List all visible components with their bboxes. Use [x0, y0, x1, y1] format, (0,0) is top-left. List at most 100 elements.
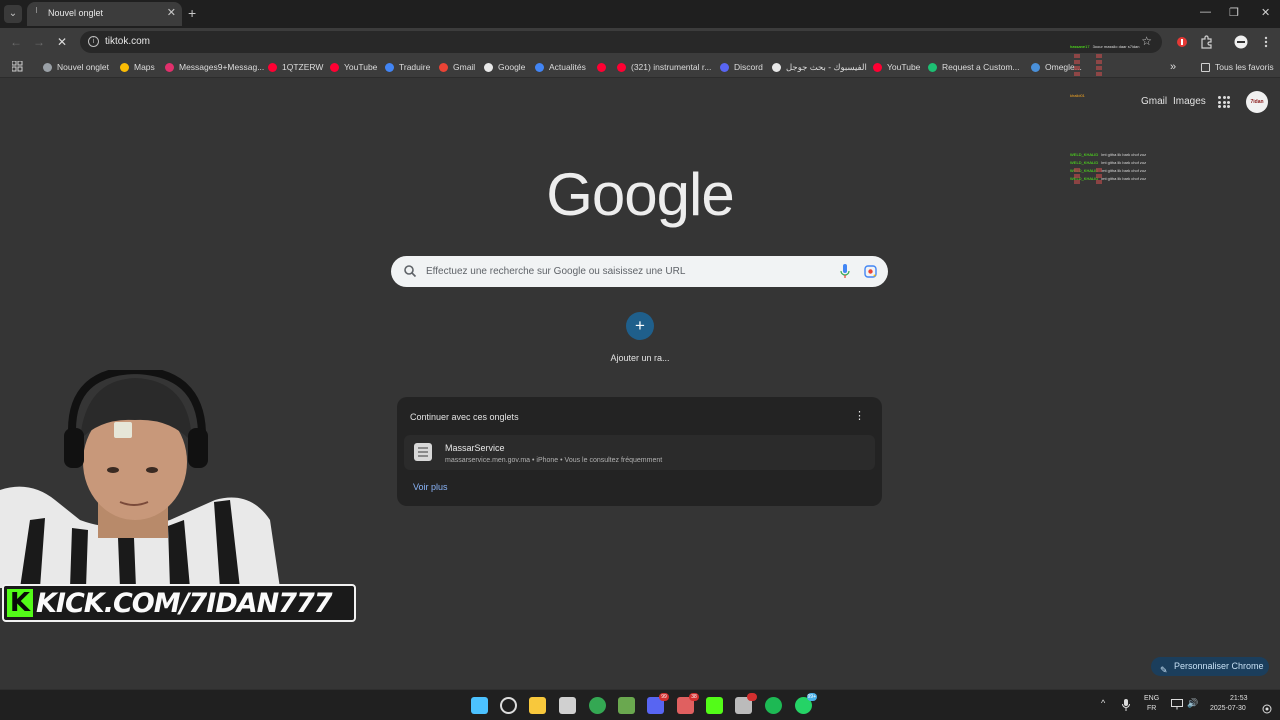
item-title: MassarService: [445, 443, 505, 453]
bookmark-item[interactable]: Traduire: [385, 61, 430, 73]
discord-icon: [720, 62, 729, 72]
start-icon[interactable]: [471, 697, 488, 714]
notification-badge: [747, 693, 757, 701]
see-more-link[interactable]: Voir plus: [413, 482, 448, 492]
back-button[interactable]: ←: [10, 35, 22, 49]
search-box[interactable]: Effectuez une recherche sur Google ou sa…: [391, 256, 888, 287]
microphone-tray-icon[interactable]: [1122, 699, 1130, 711]
kick-icon[interactable]: [706, 697, 723, 714]
google-apps-icon[interactable]: [1218, 96, 1230, 108]
bookmark-item[interactable]: (321) instrumental r...: [617, 61, 711, 73]
chat-emote-icon: [1096, 60, 1102, 64]
minimize-button[interactable]: —: [1200, 6, 1211, 18]
bookmark-item[interactable]: YouTube: [873, 61, 920, 73]
restore-button[interactable]: ❐: [1229, 6, 1239, 19]
bookmark-item[interactable]: Discord: [720, 61, 763, 73]
customize-chrome-button[interactable]: ✎ Personnaliser Chrome: [1151, 657, 1269, 676]
clock-time[interactable]: 21:53: [1230, 695, 1248, 702]
chat-emote-icon: [1096, 66, 1102, 70]
bookmark-item[interactable]: Actualités: [535, 61, 586, 73]
windows-taskbar: 99 38 99+ ^ ENG FR 🔊 21:53 2025-07-30: [0, 689, 1280, 720]
bookmarks-overflow-button[interactable]: »: [1170, 61, 1176, 73]
forward-button[interactable]: →: [33, 35, 45, 49]
whatsapp-icon[interactable]: 99+: [795, 693, 817, 714]
bookmark-item[interactable]: Maps: [120, 61, 155, 73]
bookmark-item[interactable]: Nouvel onglet: [43, 61, 109, 73]
chrome-menu-icon[interactable]: [1259, 35, 1273, 49]
tab-close-icon[interactable]: ✕: [167, 6, 176, 19]
all-bookmarks-label: Tous les favoris: [1215, 62, 1274, 72]
tab-search-button[interactable]: ⌄: [4, 5, 22, 23]
tab-strip: ⌄ Nouvel onglet ✕ + — ❐ ✕: [0, 0, 1280, 28]
bookmark-item[interactable]: Messages9+Messag...: [165, 61, 264, 73]
chat-emote-icon: [1074, 54, 1080, 58]
tab-title: Nouvel onglet: [48, 8, 104, 18]
extensions-puzzle-icon[interactable]: [1199, 35, 1213, 49]
bookmark-item[interactable]: Request a Custom...: [928, 61, 1019, 73]
bookmark-item[interactable]: Google: [484, 61, 525, 73]
site-info-icon[interactable]: i: [88, 36, 99, 47]
search-placeholder: Effectuez une recherche sur Google ou sa…: [426, 266, 686, 277]
all-bookmarks-folder[interactable]: Tous les favoris: [1201, 61, 1274, 73]
bookmark-label: Traduire: [399, 62, 431, 72]
search-icon[interactable]: [500, 697, 517, 714]
tray-overflow-icon[interactable]: ^: [1101, 698, 1105, 708]
bookmark-label: Actualités: [549, 62, 586, 72]
file-explorer-icon[interactable]: [529, 697, 546, 714]
bookmark-item[interactable]: 1QTZERW: [268, 61, 323, 73]
chrome-icon[interactable]: [589, 697, 606, 714]
bookmark-label: الفيسبوك - بحث جوجل: [786, 61, 867, 72]
chrome-icon: [43, 62, 52, 72]
address-bar[interactable]: i tiktok.com ☆: [80, 31, 1162, 53]
bookmark-item[interactable]: YouTube: [330, 61, 377, 73]
apps-grid-icon[interactable]: [12, 61, 23, 72]
images-link[interactable]: Images: [1173, 96, 1206, 107]
microphone-icon[interactable]: [840, 264, 850, 279]
kick-channel-banner: K KICK.COM/7IDAN777: [2, 584, 356, 622]
store-icon[interactable]: [559, 697, 576, 714]
clock-date[interactable]: 2025-07-30: [1210, 705, 1246, 712]
bookmark-item[interactable]: [597, 61, 611, 73]
omegle-icon: [1031, 62, 1040, 72]
streaming-app-icon[interactable]: 38: [677, 693, 699, 714]
profile-icon[interactable]: [1234, 35, 1248, 49]
address-text[interactable]: tiktok.com: [105, 36, 150, 47]
minecraft-icon[interactable]: [618, 697, 635, 714]
obs-icon[interactable]: [735, 693, 757, 714]
card-menu-icon[interactable]: ⋮: [854, 410, 865, 422]
chat-text: lmt githa lik bark chof zoz: [1101, 152, 1147, 157]
instagram-icon: [165, 62, 174, 72]
notification-icon[interactable]: [1262, 704, 1272, 714]
bookmark-item[interactable]: الفيسبوك - بحث جوجل: [772, 61, 867, 73]
close-window-button[interactable]: ✕: [1261, 6, 1270, 19]
card-title: Continuer avec ces onglets: [410, 412, 519, 422]
google-lens-icon[interactable]: [864, 265, 877, 278]
stop-loading-button[interactable]: ✕: [57, 35, 67, 49]
discord-icon[interactable]: 99: [647, 693, 669, 714]
account-avatar[interactable]: 7idan: [1246, 91, 1268, 113]
translate-icon: [385, 62, 394, 72]
tab-new-tab[interactable]: Nouvel onglet ✕: [27, 2, 182, 26]
chat-emote-icon: [1074, 72, 1080, 76]
item-subtitle: massarservice.men.gov.ma • iPhone • Vous…: [445, 457, 663, 464]
chat-message: WELD_KHALID lmt githa lik bark chof zoz: [1070, 152, 1146, 158]
kick-logo-icon: K: [7, 589, 33, 617]
chat-text: 3oour massilo daar s7idan: [1092, 44, 1140, 49]
add-shortcut-button[interactable]: +: [626, 312, 654, 340]
new-tab-button[interactable]: +: [188, 5, 196, 21]
youtube-icon: [268, 62, 277, 72]
continue-tab-item[interactable]: MassarService massarservice.men.gov.ma •…: [404, 435, 875, 470]
bookmark-label: YouTube: [344, 62, 378, 72]
keyboard-layout[interactable]: FR: [1147, 705, 1156, 712]
volume-icon[interactable]: 🔊: [1187, 698, 1198, 709]
bookmark-item[interactable]: Gmail: [439, 61, 475, 73]
youtube-icon: [873, 62, 882, 72]
add-shortcut-label[interactable]: Ajouter un ra...: [580, 353, 700, 363]
streamer-webcam-image: [0, 370, 280, 588]
extension-red-icon[interactable]: [1175, 35, 1189, 49]
bookmark-label: Maps: [134, 62, 155, 72]
network-icon[interactable]: [1171, 699, 1183, 710]
language-indicator[interactable]: ENG: [1144, 695, 1159, 702]
youtube-icon: [617, 62, 626, 72]
spotify-icon[interactable]: [765, 697, 782, 714]
